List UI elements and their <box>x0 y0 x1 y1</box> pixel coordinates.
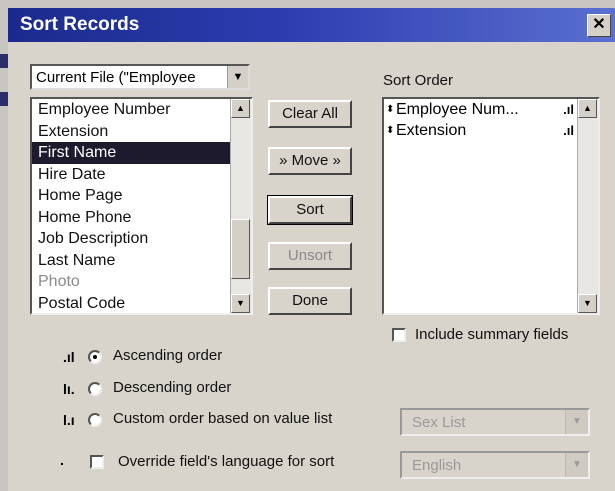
ascending-order-icon: .ıl <box>563 102 574 117</box>
list-item[interactable]: Employee Number <box>32 99 251 121</box>
chevron-down-icon: ▼ <box>565 453 588 477</box>
move-handle-icon[interactable]: ⬍ <box>386 120 394 141</box>
include-summary-checkbox[interactable] <box>392 328 406 342</box>
custom-order-icon: l.ı <box>63 412 75 428</box>
file-selector-value: Current File ("Employee <box>36 69 196 86</box>
value-list-select: Sex List ▼ <box>400 408 590 436</box>
include-summary-label[interactable]: Include summary fields <box>415 326 568 343</box>
list-item[interactable]: Home Phone <box>32 207 251 229</box>
chevron-down-icon: ▼ <box>565 410 588 434</box>
file-selector-combo[interactable]: Current File ("Employee ▼ <box>30 64 250 90</box>
list-item-disabled: Photo <box>38 273 80 290</box>
ascending-order-icon: .ıl <box>563 123 574 138</box>
chevron-down-icon[interactable]: ▼ <box>227 66 248 88</box>
sort-order-item[interactable]: ⬍ Employee Num... .ıl <box>384 99 598 120</box>
ascending-radio[interactable] <box>88 350 102 364</box>
sort-order-item-label: Extension <box>396 122 467 139</box>
descending-radio[interactable] <box>88 382 102 396</box>
list-item[interactable]: Last Name <box>32 250 251 272</box>
window-title: Sort Records <box>20 14 140 35</box>
descending-order-icon: lı. <box>63 381 75 397</box>
sort-order-list[interactable]: ⬍ Employee Num... .ıl ⬍ Extension .ıl ▲ … <box>382 97 600 315</box>
sort-order-item-label: Employee Num... <box>396 101 519 118</box>
ascending-order-icon: .ıl <box>63 349 75 365</box>
language-dot-icon: . <box>60 452 64 468</box>
close-button[interactable]: ✕ <box>587 14 611 37</box>
sort-records-dialog: Current File ("Employee ▼ Employee Numbe… <box>8 42 615 491</box>
scroll-down-icon[interactable]: ▼ <box>231 294 250 313</box>
sort-order-item[interactable]: ⬍ Extension .ıl <box>384 120 598 141</box>
done-button[interactable]: Done <box>268 287 352 315</box>
ascending-label[interactable]: Ascending order <box>113 347 222 364</box>
move-button[interactable]: » Move » <box>268 147 352 175</box>
scroll-down-icon[interactable]: ▼ <box>578 294 597 313</box>
sort-button[interactable]: Sort <box>267 195 353 225</box>
title-bar[interactable]: Sort Records ✕ <box>8 8 615 42</box>
field-list-scrollbar[interactable]: ▲ ▼ <box>230 99 251 313</box>
list-item[interactable]: Extension <box>32 121 251 143</box>
scroll-thumb[interactable] <box>231 219 250 279</box>
scroll-up-icon[interactable]: ▲ <box>578 99 597 118</box>
value-list-value: Sex List <box>412 414 466 431</box>
sort-order-scrollbar[interactable]: ▲ ▼ <box>577 99 598 313</box>
override-language-label[interactable]: Override field's language for sort <box>118 453 334 470</box>
override-language-checkbox[interactable] <box>90 455 104 469</box>
scroll-up-icon[interactable]: ▲ <box>231 99 250 118</box>
list-item[interactable]: Home Page <box>32 185 251 207</box>
unsort-button: Unsort <box>268 242 352 270</box>
list-item-selected[interactable]: First Name <box>32 142 251 164</box>
list-item[interactable]: Postal Code <box>32 293 251 315</box>
custom-order-radio[interactable] <box>88 413 102 427</box>
clear-all-button[interactable]: Clear All <box>268 100 352 128</box>
custom-order-label[interactable]: Custom order based on value list <box>113 410 332 427</box>
field-list[interactable]: Employee Number Extension First Name Hir… <box>30 97 253 315</box>
language-select: English ▼ <box>400 451 590 479</box>
close-icon: ✕ <box>592 16 606 33</box>
field-list-items: Employee Number Extension First Name Hir… <box>32 99 251 314</box>
sort-order-label: Sort Order <box>383 72 454 89</box>
descending-label[interactable]: Descending order <box>113 379 231 396</box>
move-handle-icon[interactable]: ⬍ <box>386 99 394 120</box>
list-item[interactable]: Job Description <box>32 228 251 250</box>
language-value: English <box>412 457 462 474</box>
list-item[interactable]: Hire Date <box>32 164 251 186</box>
